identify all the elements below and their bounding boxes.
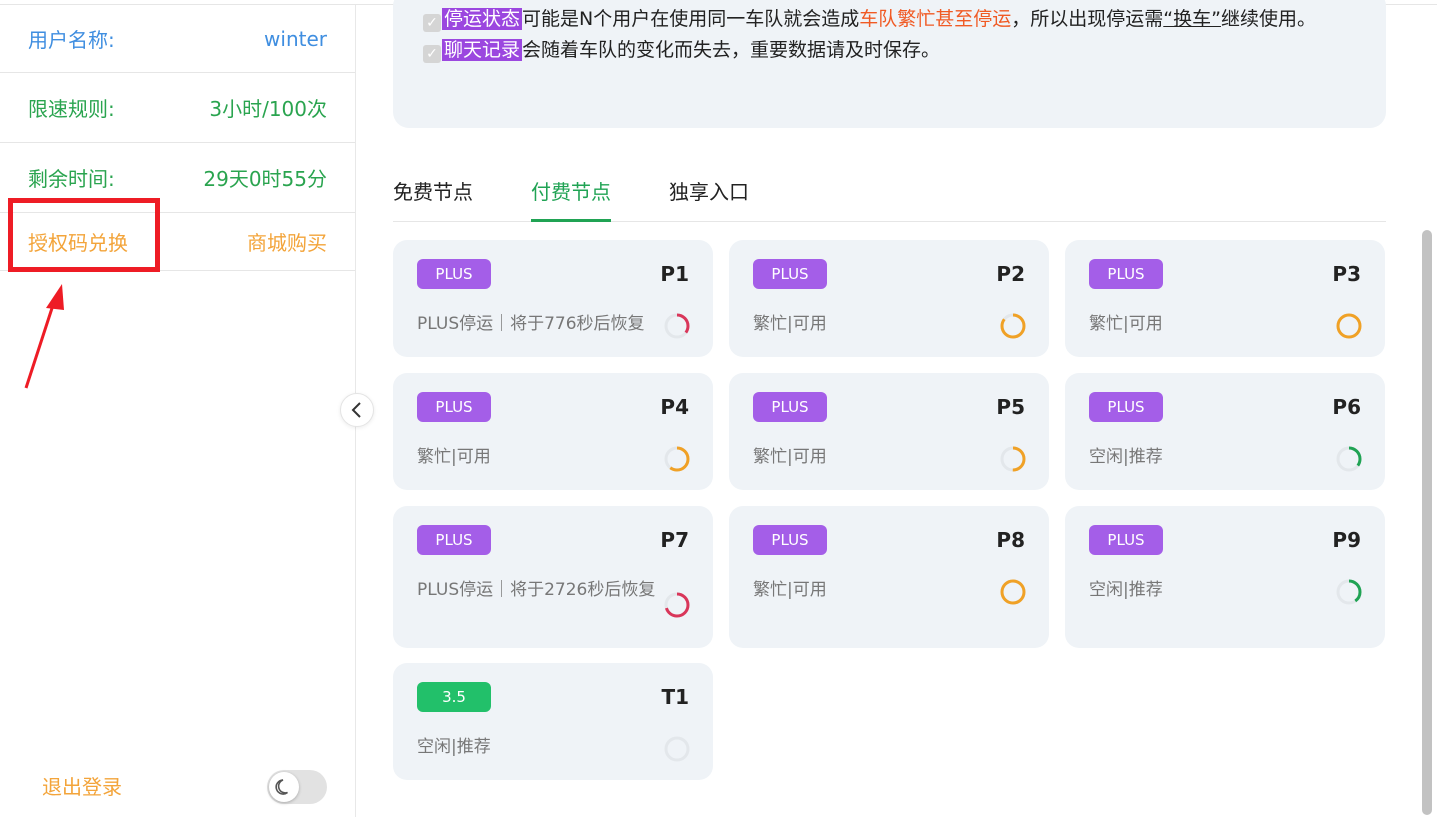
node-name: T1 xyxy=(661,685,689,709)
node-card[interactable]: PLUS P7 PLUS停运｜将于2726秒后恢复 xyxy=(393,506,713,648)
notice-switch-text: “换车” xyxy=(1163,8,1221,30)
node-name: P4 xyxy=(660,395,689,419)
annotation-arrow xyxy=(24,284,64,389)
app-window: 用户名称: winter 限速规则: 3小时/100次 剩余时间: 29天0时5… xyxy=(0,0,1437,817)
node-card[interactable]: PLUS P6 空闲|推荐 xyxy=(1065,373,1385,490)
node-status: 繁忙|可用 xyxy=(753,580,827,600)
scrollbar[interactable] xyxy=(1422,230,1432,815)
plus-badge: PLUS xyxy=(753,392,827,422)
node-status: 空闲|推荐 xyxy=(1089,580,1163,600)
notice-text: 会随着车队的变化而失去，重要数据请及时保存。 xyxy=(522,39,941,61)
node-card[interactable]: PLUS P5 繁忙|可用 xyxy=(729,373,1049,490)
node-name: P9 xyxy=(1332,528,1361,552)
node-card[interactable]: PLUS P3 繁忙|可用 xyxy=(1065,240,1385,357)
node-name: P7 xyxy=(660,528,689,552)
version-badge: 3.5 xyxy=(417,682,491,712)
tab-exclusive-entry[interactable]: 独享入口 xyxy=(669,176,749,219)
remaining-time-value: 29天0时55分 xyxy=(203,167,327,191)
plus-badge: PLUS xyxy=(417,259,491,289)
load-ring-fill xyxy=(1000,579,1026,605)
notice-panel: ✓ 停运状态 可能是N个用户在使用同一车队就会造成车队繁忙甚至停运，所以出现停运需“… xyxy=(393,0,1386,128)
node-status: 空闲|推荐 xyxy=(1089,447,1163,467)
load-ring-icon xyxy=(664,313,690,339)
load-ring-icon xyxy=(1000,446,1026,472)
notice-text: 可能是N个用户在使用同一车队就会造成 xyxy=(522,8,860,30)
sidebar: 用户名称: winter 限速规则: 3小时/100次 剩余时间: 29天0时5… xyxy=(0,5,356,817)
load-ring-icon xyxy=(1000,579,1026,605)
plus-badge: PLUS xyxy=(753,259,827,289)
rate-limit-row: 限速规则: 3小时/100次 xyxy=(0,73,355,143)
checkbox-icon: ✓ xyxy=(423,14,441,32)
plus-badge: PLUS xyxy=(417,392,491,422)
theme-toggle[interactable] xyxy=(267,770,327,804)
notice-tag-chat: 聊天记录 xyxy=(442,39,523,61)
node-status: 繁忙|可用 xyxy=(753,447,827,467)
node-status: 空闲|推荐 xyxy=(417,737,491,757)
node-status: 繁忙|可用 xyxy=(417,447,491,467)
node-name: P6 xyxy=(1332,395,1361,419)
node-name: P2 xyxy=(996,262,1025,286)
node-status: PLUS停运｜将于2726秒后恢复 xyxy=(417,580,656,600)
tab-paid-nodes[interactable]: 付费节点 xyxy=(531,176,611,222)
load-ring-fill xyxy=(1336,313,1362,339)
toggle-knob xyxy=(269,772,299,802)
remaining-time-label: 剩余时间: xyxy=(28,167,115,191)
notice-text: 继续使用。 xyxy=(1220,8,1316,30)
plus-badge: PLUS xyxy=(1089,392,1163,422)
chevron-left-icon xyxy=(351,402,361,418)
load-ring-icon xyxy=(1000,313,1026,339)
rate-limit-label: 限速规则: xyxy=(28,97,115,121)
plus-badge: PLUS xyxy=(1089,525,1163,555)
load-ring-icon xyxy=(664,592,690,618)
plus-badge: PLUS xyxy=(417,525,491,555)
node-card[interactable]: PLUS P1 PLUS停运｜将于776秒后恢复 xyxy=(393,240,713,357)
logout-button[interactable]: 退出登录 xyxy=(42,771,122,800)
notice-tag-suspension: 停运状态 xyxy=(442,8,523,30)
node-name: P3 xyxy=(1332,262,1361,286)
plus-badge: PLUS xyxy=(753,525,827,555)
user-name-row: 用户名称: winter xyxy=(0,5,355,73)
node-status: 繁忙|可用 xyxy=(753,314,827,334)
node-status: PLUS停运｜将于776秒后恢复 xyxy=(417,314,645,334)
shop-purchase-link[interactable]: 商城购买 xyxy=(247,227,327,256)
user-name-value: winter xyxy=(264,26,327,51)
load-ring-icon xyxy=(664,446,690,472)
moon-icon xyxy=(275,779,288,795)
plus-badge: PLUS xyxy=(1089,259,1163,289)
annotation-highlight-box xyxy=(8,198,160,272)
checkbox-icon: ✓ xyxy=(423,45,441,63)
tab-free-nodes[interactable]: 免费节点 xyxy=(393,176,473,219)
notice-line-suspension: ✓ 停运状态 可能是N个用户在使用同一车队就会造成车队繁忙甚至停运，所以出现停运需“… xyxy=(423,4,1356,35)
notice-line-chat: ✓ 聊天记录 会随着车队的变化而失去，重要数据请及时保存。 xyxy=(423,35,1356,66)
load-ring-icon xyxy=(1336,446,1362,472)
node-tabs: 免费节点 付费节点 独享入口 xyxy=(393,160,1386,222)
node-card[interactable]: PLUS P8 繁忙|可用 xyxy=(729,506,1049,648)
node-card[interactable]: PLUS P4 繁忙|可用 xyxy=(393,373,713,490)
node-card[interactable]: PLUS P9 空闲|推荐 xyxy=(1065,506,1385,648)
load-ring-icon xyxy=(664,736,690,762)
collapse-sidebar-button[interactable] xyxy=(340,393,374,427)
node-name: P5 xyxy=(996,395,1025,419)
node-name: P1 xyxy=(660,262,689,286)
node-name: P8 xyxy=(996,528,1025,552)
load-ring-track xyxy=(664,736,690,762)
load-ring-icon xyxy=(1336,313,1362,339)
rate-limit-value: 3小时/100次 xyxy=(209,97,327,121)
node-status: 繁忙|可用 xyxy=(1089,314,1163,334)
notice-warning-text: 车队繁忙甚至停运 xyxy=(859,8,1012,30)
load-ring-icon xyxy=(1336,579,1362,605)
node-card[interactable]: PLUS P2 繁忙|可用 xyxy=(729,240,1049,357)
user-name-label: 用户名称: xyxy=(28,28,115,52)
notice-text: ，所以出现停运需 xyxy=(1011,8,1164,30)
node-card[interactable]: 3.5 T1 空闲|推荐 xyxy=(393,663,713,780)
